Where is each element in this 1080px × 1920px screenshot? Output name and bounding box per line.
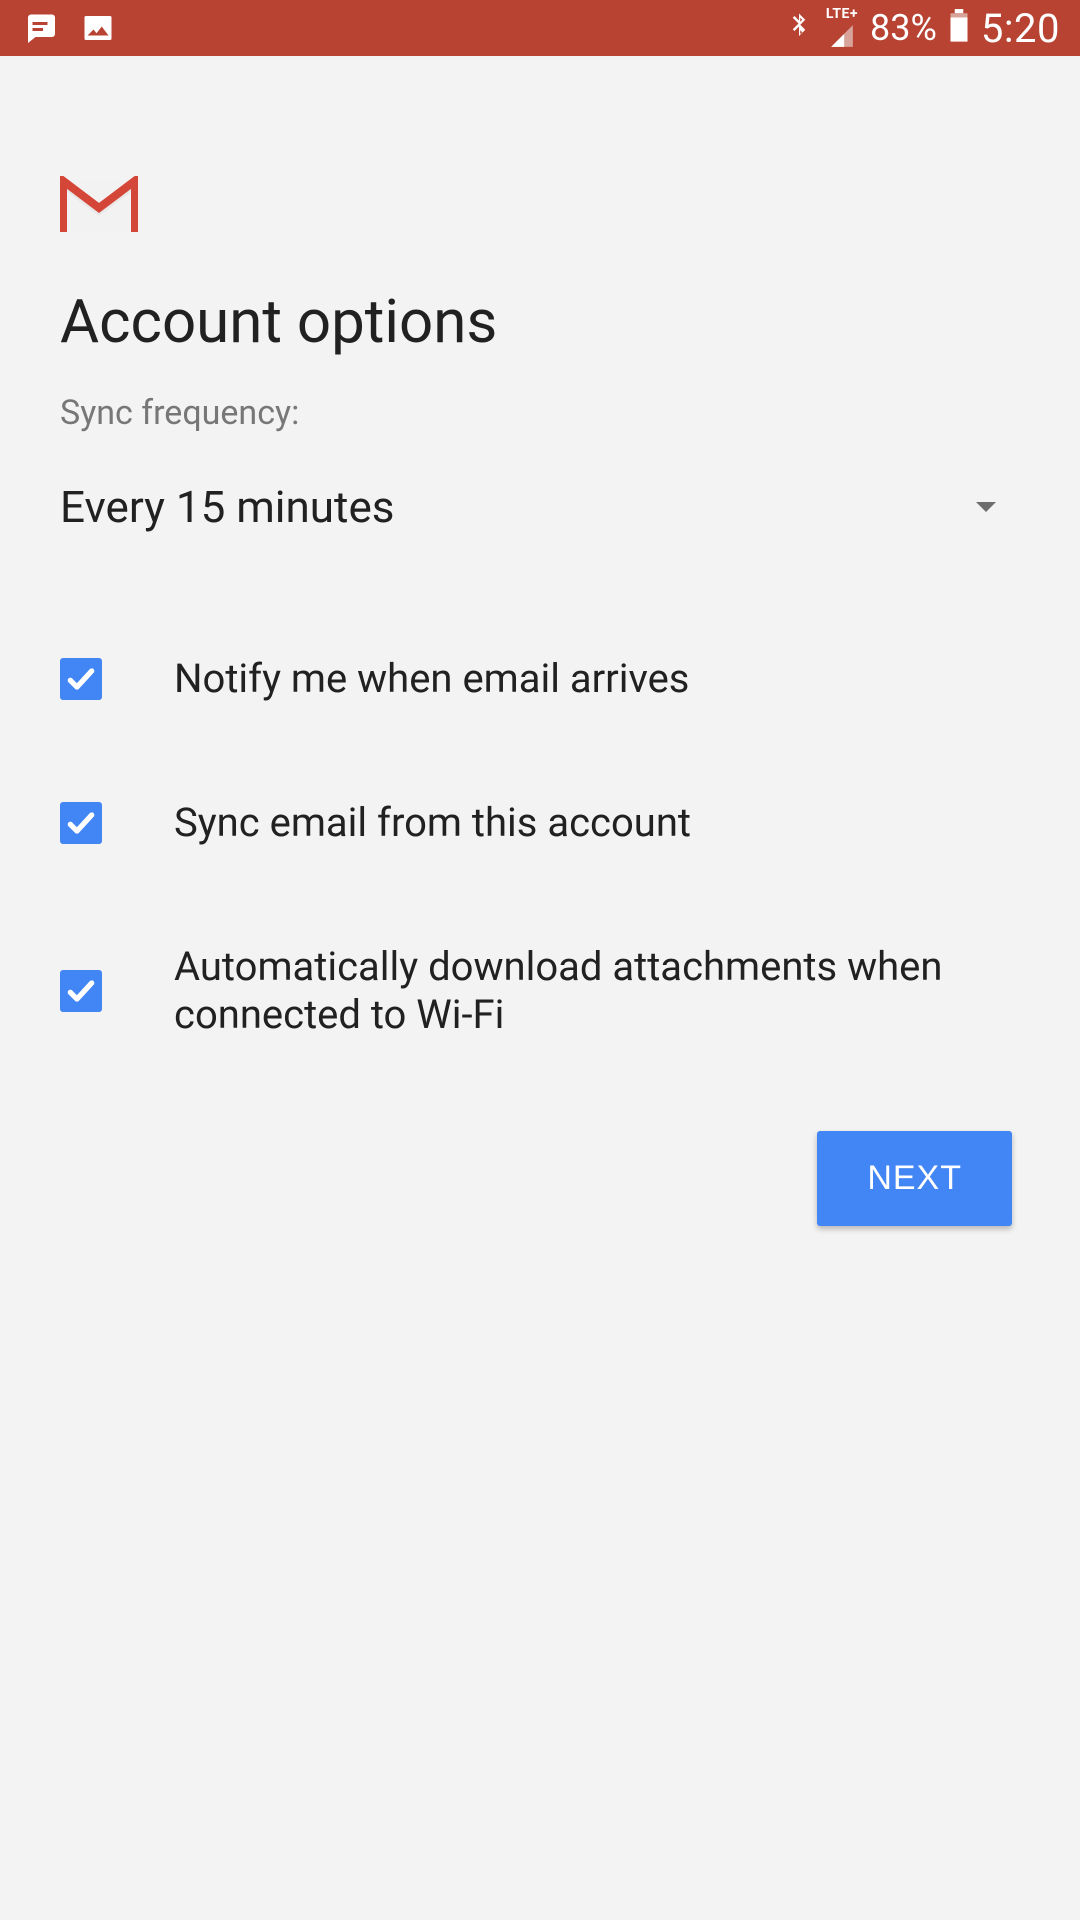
network-label: LTE+ — [826, 7, 858, 21]
checkbox-sync[interactable] — [60, 802, 102, 844]
battery-icon — [949, 9, 969, 47]
checkbox-attachments[interactable] — [60, 970, 102, 1012]
statusbar: LTE+ 83% 5:20 — [0, 0, 1080, 56]
checkbox-notify[interactable] — [60, 658, 102, 700]
sync-frequency-dropdown[interactable]: Every 15 minutes — [60, 477, 1020, 537]
option-label: Notify me when email arrives — [174, 655, 749, 703]
cellular-icon: LTE+ — [826, 7, 858, 49]
sync-frequency-label: Sync frequency: — [60, 393, 1020, 433]
option-label: Sync email from this account — [174, 799, 751, 847]
image-notification-icon — [78, 8, 118, 48]
option-row-attachments[interactable]: Automatically download attachments when … — [60, 895, 1020, 1087]
option-label: Automatically download attachments when … — [174, 943, 1020, 1039]
bluetooth-icon — [784, 11, 814, 45]
content-area: Account options Sync frequency: Every 15… — [0, 56, 1080, 1087]
option-row-sync[interactable]: Sync email from this account — [60, 751, 1020, 895]
next-button[interactable]: NEXT — [817, 1131, 1012, 1226]
sync-frequency-value: Every 15 minutes — [60, 481, 395, 533]
clock: 5:20 — [981, 5, 1060, 52]
option-row-notify[interactable]: Notify me when email arrives — [60, 607, 1020, 751]
gmail-icon — [60, 176, 138, 236]
chat-notification-icon — [20, 8, 60, 48]
battery-percentage: 83% — [870, 7, 937, 49]
page-title: Account options — [60, 286, 1020, 357]
chevron-down-icon — [976, 502, 996, 512]
